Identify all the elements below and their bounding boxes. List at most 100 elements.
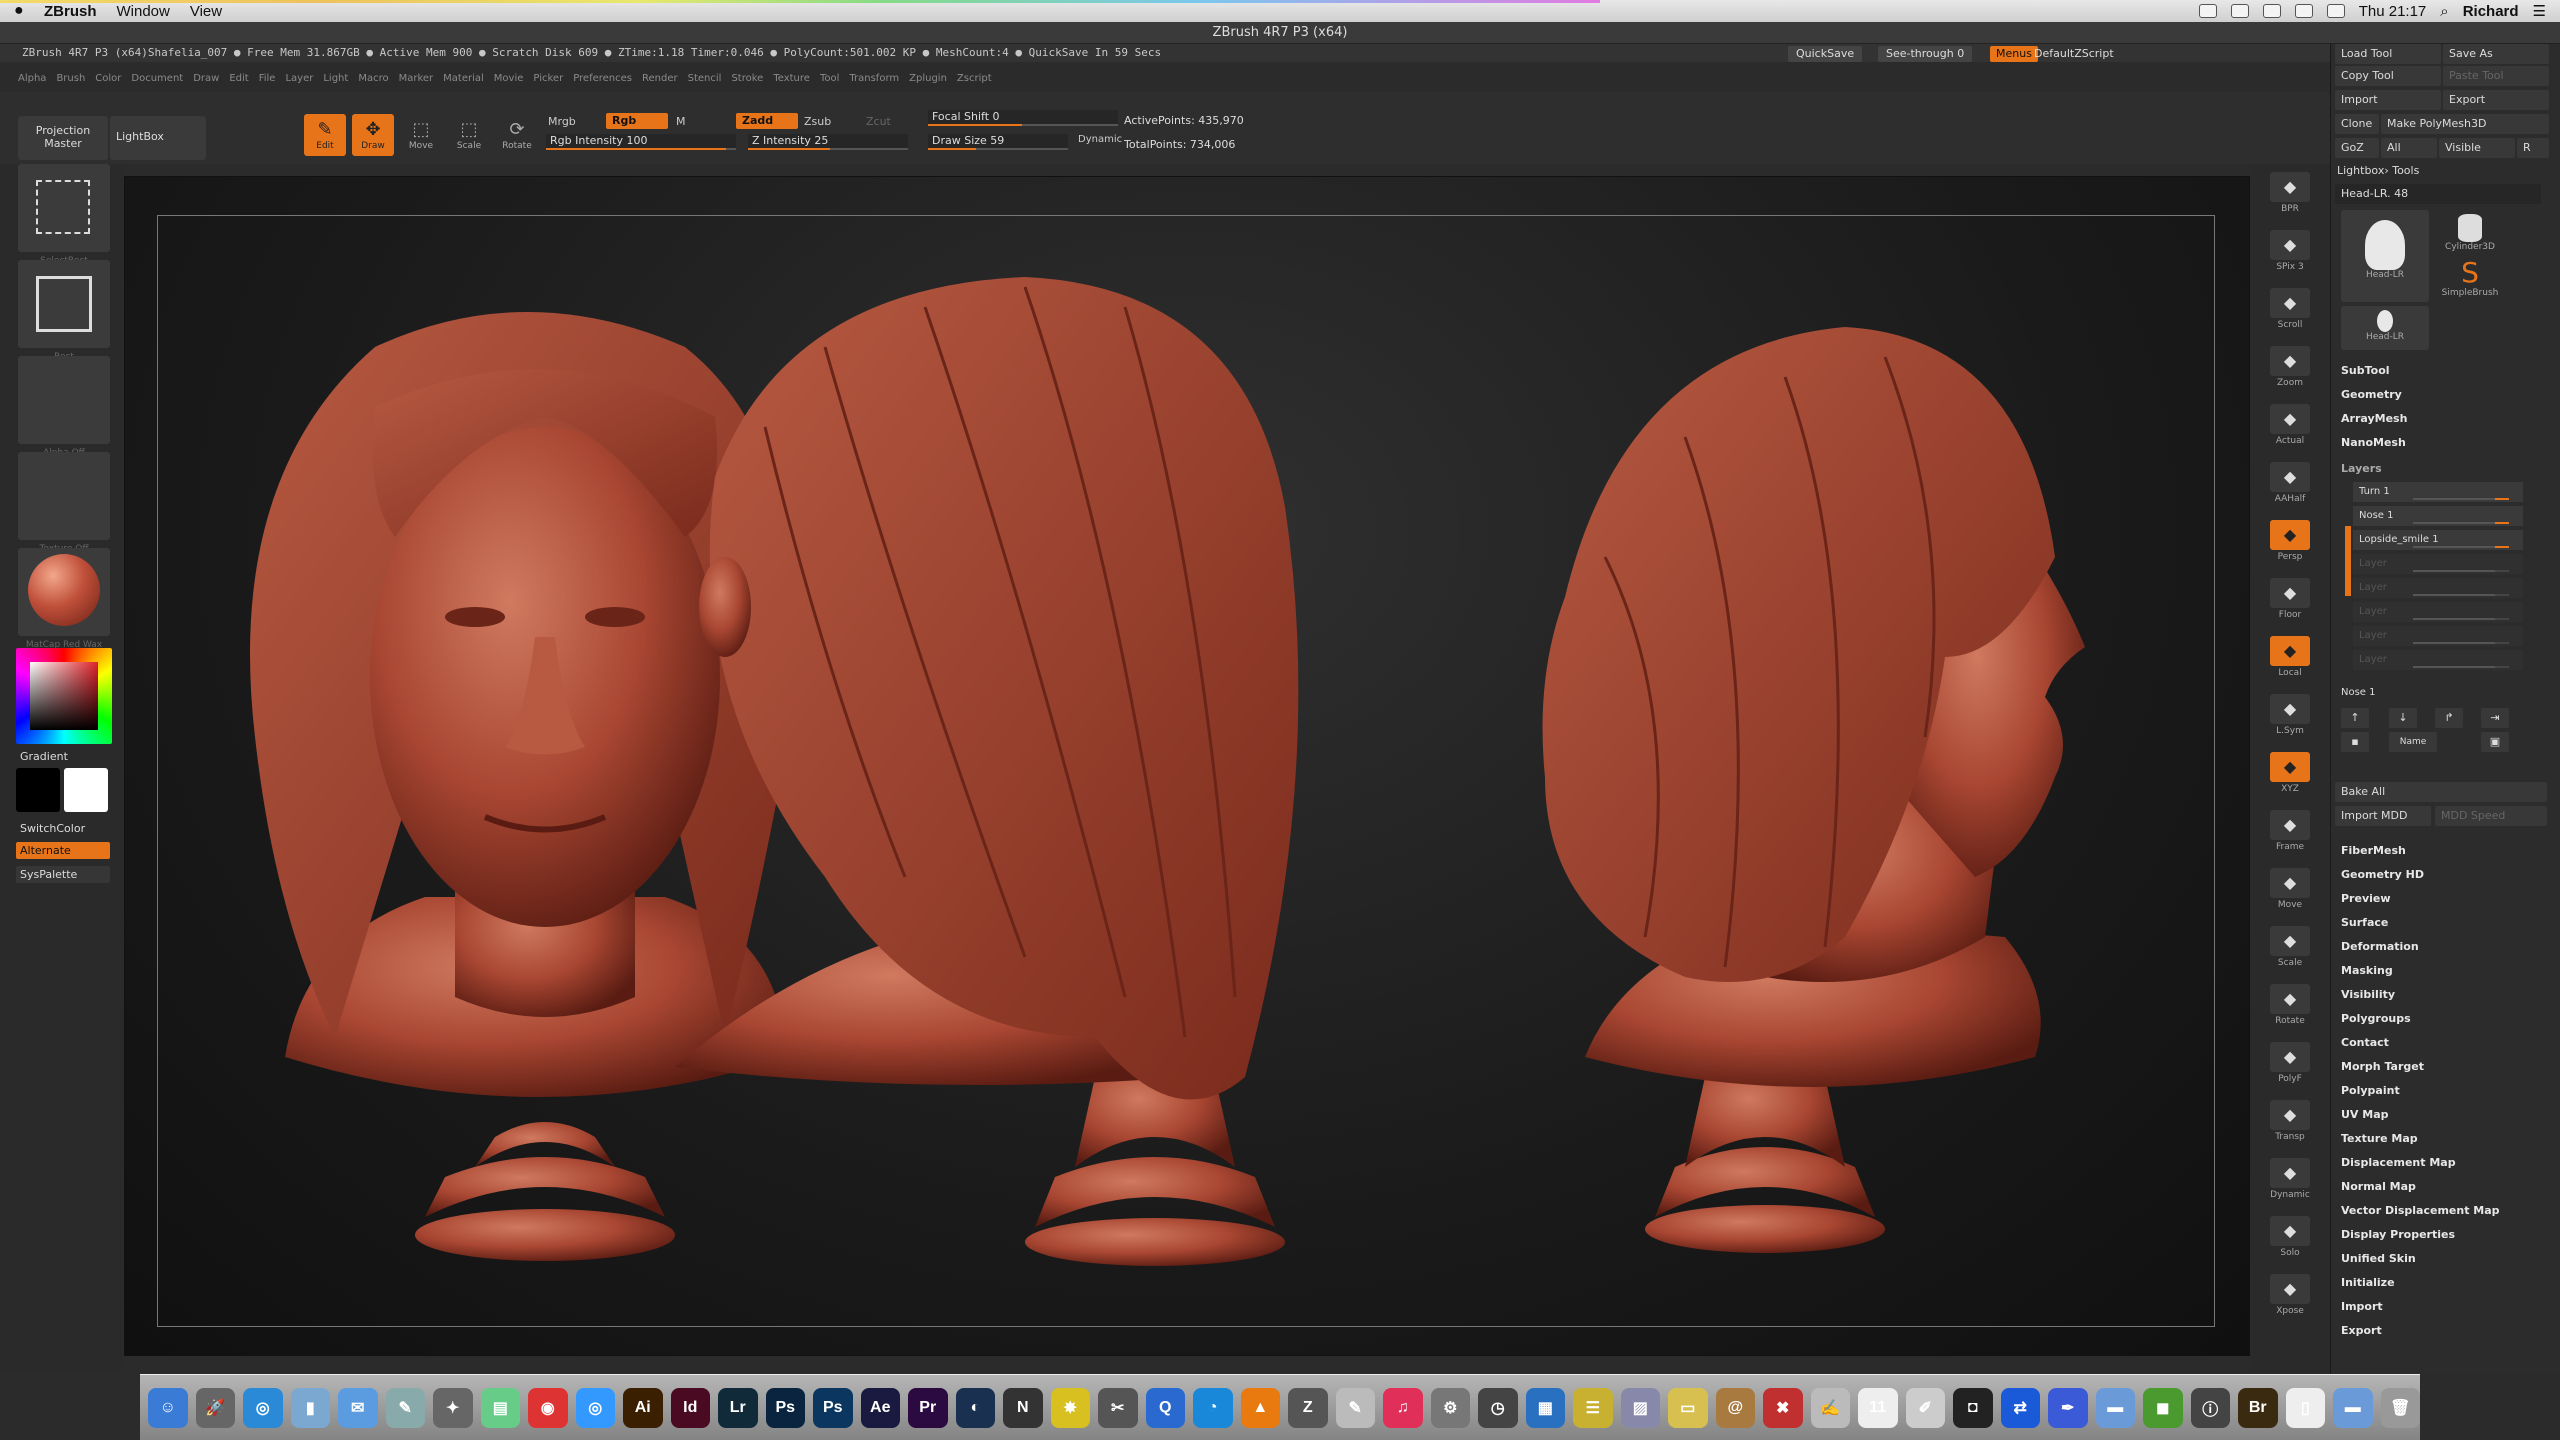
tool-thumb-head[interactable]: Head-LR: [2341, 210, 2429, 302]
pen-icon[interactable]: ✒: [2048, 1387, 2088, 1428]
preview2-icon[interactable]: ▨: [1620, 1387, 1660, 1428]
alternate-button[interactable]: Alternate: [16, 842, 110, 859]
finder-icon[interactable]: ☺: [148, 1387, 188, 1428]
section-vector-displacement-map[interactable]: Vector Displacement Map: [2341, 1204, 2500, 1217]
settings-icon[interactable]: ⚙: [1430, 1387, 1470, 1428]
shelf-persp-button[interactable]: ◆ Persp: [2250, 520, 2330, 562]
import-tool-button[interactable]: Import: [2335, 90, 2441, 110]
section-fibermesh[interactable]: FiberMesh: [2341, 844, 2406, 857]
menu-brush[interactable]: Brush: [56, 70, 85, 88]
save-as-button[interactable]: Save As: [2443, 44, 2549, 64]
chrome-icon[interactable]: ◉: [528, 1387, 568, 1428]
lightroom-icon[interactable]: Lr: [718, 1387, 758, 1428]
menu-document[interactable]: Document: [131, 70, 183, 88]
layer-name-button[interactable]: Name: [2389, 732, 2437, 752]
menu-color[interactable]: Color: [95, 70, 121, 88]
layer-strength-slider[interactable]: [2413, 570, 2509, 572]
mail-icon[interactable]: ✉: [338, 1387, 378, 1428]
mrgb-button[interactable]: Mrgb: [548, 115, 576, 128]
section-masking[interactable]: Masking: [2341, 964, 2393, 977]
m-button[interactable]: M: [676, 115, 686, 128]
import-mdd-button[interactable]: Import MDD: [2335, 806, 2431, 826]
rgb-button[interactable]: Rgb: [606, 113, 668, 129]
vlc-icon[interactable]: ▲: [1240, 1387, 1280, 1428]
shelf-scroll-button[interactable]: ◆ Scroll: [2250, 288, 2330, 330]
section-contact[interactable]: Contact: [2341, 1036, 2389, 1049]
switch-color-button[interactable]: SwitchColor: [16, 820, 110, 837]
section-geometry[interactable]: Geometry: [2341, 388, 2402, 401]
texture-button[interactable]: Texture Off: [18, 452, 110, 554]
section-arraymesh[interactable]: ArrayMesh: [2341, 412, 2407, 425]
launchpad-icon[interactable]: 🚀: [195, 1387, 235, 1428]
menu-marker[interactable]: Marker: [399, 70, 434, 88]
layers-title[interactable]: Layers: [2341, 462, 2382, 475]
tool-thumb-cylinder[interactable]: Cylinder3D: [2435, 210, 2505, 256]
draw-button[interactable]: ✥ Draw: [352, 114, 394, 156]
paste-tool-button[interactable]: Paste Tool: [2443, 66, 2549, 86]
draw-size-slider[interactable]: Draw Size 59: [928, 134, 1068, 150]
apple-menu-icon[interactable]: ●: [14, 2, 34, 20]
aftereffects-icon[interactable]: Ae: [860, 1387, 900, 1428]
make-polymesh-button[interactable]: Make PolyMesh3D: [2381, 114, 2549, 134]
tool-thumb-head-2[interactable]: Head-LR: [2341, 306, 2429, 350]
dynamic-button[interactable]: Dynamic: [1078, 134, 1122, 145]
document-canvas[interactable]: [124, 176, 2250, 1356]
syspalette-button[interactable]: SysPalette: [16, 866, 110, 883]
see-through-slider[interactable]: See-through 0: [1878, 46, 1973, 62]
battery-tray-icon[interactable]: [2262, 4, 2281, 18]
shelf-aahalf-button[interactable]: ◆ AAHalf: [2250, 462, 2330, 504]
section-surface[interactable]: Surface: [2341, 916, 2388, 929]
move-button[interactable]: ⬚ Move: [400, 114, 442, 156]
section-morph-target[interactable]: Morph Target: [2341, 1060, 2424, 1073]
notification-center-icon[interactable]: ☰: [2533, 2, 2546, 20]
shelf-xpose-button[interactable]: ◆ Xpose: [2250, 1274, 2330, 1316]
terminal-icon[interactable]: ◘: [1953, 1387, 1993, 1428]
section-unified-skin[interactable]: Unified Skin: [2341, 1252, 2416, 1265]
section-visibility[interactable]: Visibility: [2341, 988, 2395, 1001]
layer-row[interactable]: Layer: [2353, 626, 2523, 646]
focal-shift-slider[interactable]: Focal Shift 0: [928, 110, 1118, 126]
shelf-solo-button[interactable]: ◆ Solo: [2250, 1216, 2330, 1258]
layer-row[interactable]: Layer: [2353, 554, 2523, 574]
gradient-toggle[interactable]: Gradient: [20, 750, 68, 763]
teamviewer-icon[interactable]: ⇄: [2000, 1387, 2040, 1428]
section-texture-map[interactable]: Texture Map: [2341, 1132, 2418, 1145]
tool-icon[interactable]: ✂: [1098, 1387, 1138, 1428]
dropbox-tray-icon[interactable]: [2198, 4, 2217, 18]
itunes-icon[interactable]: ♫: [1383, 1387, 1423, 1428]
timemachine-icon[interactable]: ◔: [1193, 1387, 1233, 1428]
section-geometry-hd[interactable]: Geometry HD: [2341, 868, 2424, 881]
section-polypaint[interactable]: Polypaint: [2341, 1084, 2400, 1097]
rgb-intensity-slider[interactable]: Rgb Intensity 100: [546, 134, 736, 150]
clone-button[interactable]: Clone: [2335, 114, 2379, 134]
section-display-properties[interactable]: Display Properties: [2341, 1228, 2455, 1241]
menu-material[interactable]: Material: [443, 70, 484, 88]
layer-row[interactable]: Layer: [2353, 650, 2523, 670]
search-icon[interactable]: ⌕: [2440, 3, 2448, 20]
shelf-local-button[interactable]: ◆ Local: [2250, 636, 2330, 678]
folder2-icon[interactable]: ▬: [2333, 1387, 2373, 1428]
shelf-rotate-button[interactable]: ◆ Rotate: [2250, 984, 2330, 1026]
keyshot-icon[interactable]: ✸: [1050, 1387, 1090, 1428]
photoshop-icon[interactable]: Ps: [765, 1387, 805, 1428]
shelf-dynamic-button[interactable]: ◆ Dynamic: [2250, 1158, 2330, 1200]
illustrator-icon[interactable]: Ai: [623, 1387, 663, 1428]
info-icon[interactable]: ⓘ: [2190, 1387, 2230, 1428]
load-tool-button[interactable]: Load Tool: [2335, 44, 2441, 64]
menu-texture[interactable]: Texture: [773, 70, 810, 88]
menu-view[interactable]: View: [190, 3, 222, 20]
goz-all-button[interactable]: All: [2381, 138, 2437, 158]
material-button[interactable]: MatCap Red Wax: [18, 548, 110, 650]
menu-preferences[interactable]: Preferences: [573, 70, 632, 88]
bridge-icon[interactable]: Br: [2238, 1387, 2278, 1428]
script-icon[interactable]: ✎: [1335, 1387, 1375, 1428]
preview-icon[interactable]: ✎: [385, 1387, 425, 1428]
bake-all-button[interactable]: Bake All: [2335, 782, 2547, 802]
zadd-button[interactable]: Zadd: [736, 113, 798, 129]
shelf-move-button[interactable]: ◆ Move: [2250, 868, 2330, 910]
rotate-button[interactable]: ⟳ Rotate: [496, 114, 538, 156]
section-export[interactable]: Export: [2341, 1324, 2382, 1337]
shelf-actual-button[interactable]: ◆ Actual: [2250, 404, 2330, 446]
section-polygroups[interactable]: Polygroups: [2341, 1012, 2411, 1025]
alpha-button[interactable]: Alpha Off: [18, 356, 110, 458]
